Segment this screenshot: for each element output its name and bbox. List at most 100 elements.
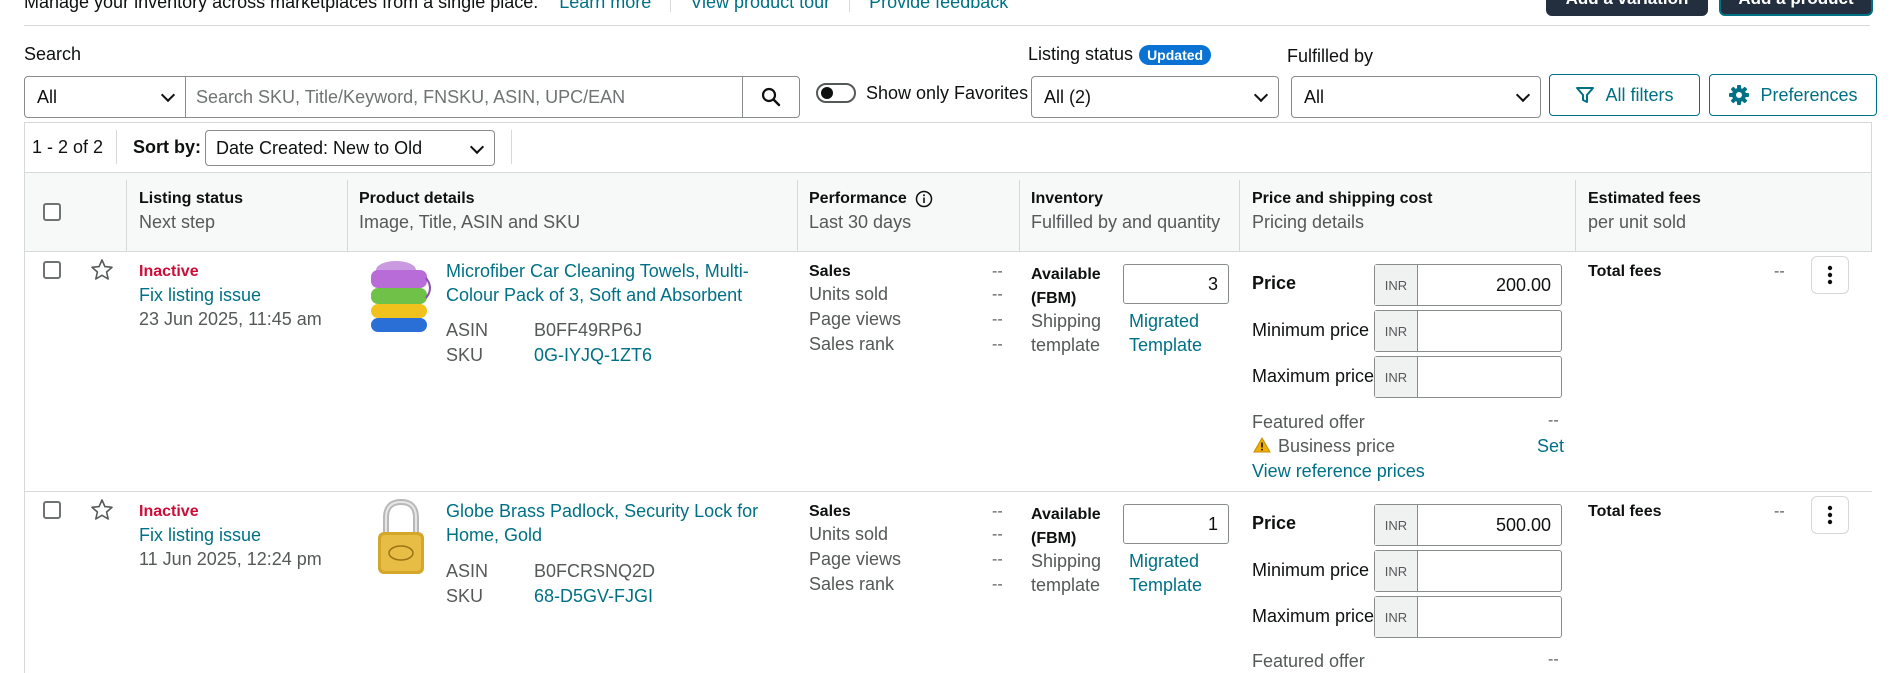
- select-all-checkbox[interactable]: [43, 203, 61, 221]
- row-checkbox[interactable]: [43, 501, 61, 519]
- column-header-price[interactable]: Price and shipping cost Pricing details: [1252, 190, 1432, 233]
- column-subtitle: Pricing details: [1252, 212, 1365, 232]
- minimum-price-value: [1418, 311, 1561, 351]
- row-checkbox[interactable]: [43, 261, 61, 279]
- sku-link[interactable]: 0G-IYJQ-1ZT6: [534, 345, 652, 366]
- column-divider: [1575, 180, 1576, 252]
- column-divider: [797, 180, 798, 252]
- label-line: Available: [1031, 266, 1101, 283]
- view-reference-prices-link[interactable]: View reference prices: [1252, 461, 1425, 482]
- search-button[interactable]: [742, 76, 800, 118]
- row-actions-button[interactable]: [1811, 256, 1849, 294]
- quantity-input[interactable]: 1: [1123, 504, 1229, 544]
- listing-status-select[interactable]: All (2): [1031, 76, 1279, 118]
- product-image-padlock[interactable]: [366, 498, 436, 578]
- sales-rank-label: Sales rank: [809, 334, 895, 354]
- price-value: 500.00: [1495, 515, 1551, 535]
- preferences-button[interactable]: Preferences: [1709, 74, 1877, 116]
- product-image-towels[interactable]: [366, 258, 436, 338]
- listing-status-label-row: Listing status Updated: [1028, 44, 1212, 65]
- column-header-listing-status[interactable]: Listing status Next step: [139, 190, 243, 233]
- column-subtitle: Next step: [139, 212, 216, 232]
- total-fees-value: --: [1774, 263, 1785, 280]
- migrated-template-link[interactable]: Migrated Template: [1129, 549, 1202, 597]
- star-icon[interactable]: [90, 258, 114, 282]
- fix-listing-issue-link[interactable]: Fix listing issue: [139, 285, 261, 306]
- toggle-knob: [821, 87, 833, 99]
- price-input[interactable]: INR 500.00: [1374, 504, 1562, 546]
- asin-value: B0FF49RP6J: [534, 320, 643, 340]
- sort-label: Sort by:: [133, 137, 202, 157]
- link-line: Migrated: [1129, 311, 1200, 331]
- listing-status-value: All (2): [1044, 87, 1092, 107]
- table-border: [24, 122, 25, 673]
- product-title-line: Globe Brass Padlock, Security Lock for: [446, 501, 759, 521]
- units-sold-label: Units sold: [809, 284, 889, 304]
- column-title: Product details: [359, 190, 475, 207]
- preferences-label: Preferences: [1760, 84, 1858, 105]
- divider: [24, 25, 1870, 26]
- column-title: Performance: [809, 190, 907, 207]
- product-title-line: Colour Pack of 3, Soft and Absorbent: [446, 285, 743, 305]
- listing-status-inactive: Inactive: [139, 503, 199, 520]
- search-input[interactable]: [185, 76, 743, 118]
- currency-label: INR: [1375, 505, 1418, 545]
- sales-label: Sales: [809, 263, 851, 280]
- row-divider: [24, 491, 1872, 492]
- featured-offer-label: Featured offer: [1252, 651, 1365, 671]
- column-divider: [1019, 180, 1020, 252]
- price-input[interactable]: INR 200.00: [1374, 264, 1562, 306]
- column-header-inventory[interactable]: Inventory Fulfilled by and quantity: [1031, 190, 1220, 233]
- listing-status-inactive: Inactive: [139, 263, 199, 280]
- page-views-value: --: [992, 311, 1003, 328]
- learn-more-link[interactable]: Learn more: [559, 0, 651, 12]
- label-line: Shipping: [1031, 311, 1102, 331]
- updated-badge: Updated: [1139, 44, 1212, 65]
- column-subtitle: Fulfilled by and quantity: [1031, 212, 1221, 232]
- favorites-toggle-label: Show only Favorites: [866, 83, 1029, 103]
- all-filters-label: All filters: [1605, 84, 1674, 105]
- divider: [670, 0, 672, 13]
- minimum-price-input[interactable]: INR: [1374, 550, 1562, 592]
- label-line: Shipping: [1031, 551, 1102, 571]
- currency-label: INR: [1375, 551, 1418, 591]
- minimum-price-input[interactable]: INR: [1374, 310, 1562, 352]
- currency-label: INR: [1375, 311, 1418, 351]
- page-views-label: Page views: [809, 549, 902, 569]
- chevron-down-icon: [469, 139, 485, 155]
- fix-listing-issue-link[interactable]: Fix listing issue: [139, 525, 261, 546]
- set-business-price-link[interactable]: Set: [1537, 436, 1564, 457]
- column-subtitle: per unit sold: [1588, 212, 1687, 232]
- all-filters-button[interactable]: All filters: [1549, 74, 1700, 116]
- favorites-toggle[interactable]: [816, 83, 856, 103]
- provide-feedback-link[interactable]: Provide feedback: [869, 0, 1008, 12]
- maximum-price-value: [1418, 357, 1561, 397]
- product-title-link[interactable]: Microfiber Car Cleaning Towels, Multi- C…: [446, 259, 749, 307]
- featured-offer-value: --: [1548, 651, 1559, 668]
- column-title: Listing status: [139, 190, 244, 207]
- fulfilled-by-select[interactable]: All: [1291, 76, 1541, 118]
- view-product-tour-link[interactable]: View product tour: [690, 0, 830, 12]
- filter-icon: [1576, 87, 1595, 103]
- column-header-product-details[interactable]: Product details Image, Title, ASIN and S…: [359, 190, 580, 233]
- search-label: Search: [24, 44, 82, 64]
- migrated-template-link[interactable]: Migrated Template: [1129, 309, 1202, 357]
- row-actions-button[interactable]: [1811, 496, 1849, 534]
- quantity-input[interactable]: 3: [1123, 264, 1229, 304]
- featured-offer-value: --: [1548, 412, 1559, 429]
- column-header-performance[interactable]: Performance Last 30 days: [809, 190, 933, 233]
- add-variation-button[interactable]: Add a variation: [1546, 0, 1708, 16]
- search-category-select[interactable]: All: [24, 76, 186, 118]
- maximum-price-input[interactable]: INR: [1374, 356, 1562, 398]
- add-product-button[interactable]: Add a product: [1719, 0, 1873, 16]
- product-title-link[interactable]: Globe Brass Padlock, Security Lock for H…: [446, 499, 758, 547]
- chevron-down-icon: [1253, 87, 1269, 103]
- star-icon[interactable]: [90, 498, 114, 522]
- minimum-price-label: Minimum price: [1252, 320, 1370, 340]
- info-icon[interactable]: [915, 190, 933, 208]
- column-header-estimated-fees[interactable]: Estimated fees per unit sold: [1588, 190, 1701, 233]
- sku-link[interactable]: 68-D5GV-FJGI: [534, 586, 653, 607]
- sort-select[interactable]: Date Created: New to Old: [205, 130, 495, 166]
- maximum-price-input[interactable]: INR: [1374, 596, 1562, 638]
- total-fees-label: Total fees: [1588, 503, 1662, 520]
